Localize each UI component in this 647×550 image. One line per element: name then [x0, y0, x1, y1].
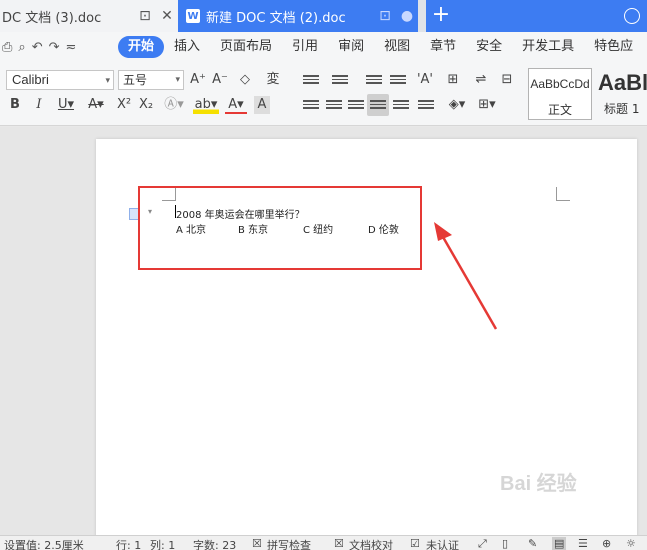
eye-protection-icon[interactable]: ☼: [626, 537, 636, 550]
underline-icon[interactable]: U▾: [55, 96, 77, 114]
sort-icon[interactable]: ⇌: [470, 71, 492, 89]
style-name: 标题 1: [604, 102, 640, 116]
bold-icon[interactable]: B: [8, 96, 22, 114]
dot-icon[interactable]: ●: [396, 8, 418, 24]
borders-icon[interactable]: ⊟: [498, 71, 516, 89]
italic-icon[interactable]: I: [32, 96, 46, 114]
status-proofread[interactable]: 文档校对: [349, 537, 393, 550]
menu-insert[interactable]: 插入: [164, 36, 210, 58]
align-left-icon[interactable]: [303, 100, 319, 112]
subscript-icon[interactable]: X₂: [137, 96, 155, 114]
status-setting: 设置值: 2.5厘米: [4, 539, 84, 550]
close-icon[interactable]: ✕: [156, 8, 178, 24]
distributed-icon[interactable]: [393, 100, 409, 112]
menu-developer[interactable]: 开发工具: [512, 36, 584, 58]
tab-document-2[interactable]: W 新建 DOC 文档 (2).doc ⊡ ●: [178, 0, 418, 32]
font-name-select[interactable]: Calibri ▾: [6, 70, 114, 90]
status-row: 行: 1: [116, 539, 142, 550]
watermark: Bai 经验: [500, 473, 577, 495]
decrease-indent-icon[interactable]: [366, 75, 382, 87]
style-normal[interactable]: AaBbCcDd 正文: [528, 68, 592, 120]
tab-bar: DC 文档 (3).doc ⊡ ✕ W 新建 DOC 文档 (2).doc ⊡ …: [0, 0, 647, 32]
quick-access-toolbar: ⎙ ⌕ ↶ ↷ ≂: [0, 40, 118, 55]
tab-title: DC 文档 (3).doc: [2, 10, 102, 26]
table-borders-icon[interactable]: ⊞▾: [476, 96, 498, 114]
margin-corner-top-right: [556, 187, 570, 201]
menu-review[interactable]: 审阅: [328, 36, 374, 58]
chevron-down-icon: ▾: [105, 75, 110, 85]
pin-icon[interactable]: ⊡: [134, 8, 156, 24]
increase-indent-icon[interactable]: [390, 75, 406, 87]
reading-view-icon[interactable]: ▯: [502, 537, 508, 550]
shading-icon[interactable]: ◈▾: [446, 96, 468, 114]
style-name: 正文: [547, 103, 572, 117]
style-sample: AaBl: [598, 70, 647, 95]
phonetic-guide-icon[interactable]: 変: [262, 71, 284, 89]
menu-features[interactable]: 特色应: [584, 36, 643, 58]
clear-format-icon[interactable]: ◇: [236, 71, 254, 89]
wps-writer-icon: W: [186, 9, 200, 23]
status-word-count[interactable]: 字数: 23: [193, 537, 236, 550]
highlight-icon[interactable]: ab▾: [193, 96, 219, 114]
status-spell-check[interactable]: 拼写检查: [267, 537, 311, 550]
pen-icon[interactable]: ✎: [528, 537, 537, 550]
tab-title: 新建 DOC 文档 (2).doc: [206, 10, 346, 26]
menu-references[interactable]: 引用: [282, 36, 328, 58]
justify-button[interactable]: [367, 94, 389, 116]
font-color-icon[interactable]: A▾: [225, 96, 247, 114]
menu-home[interactable]: 开始: [118, 36, 165, 58]
menu-security[interactable]: 安全: [466, 36, 512, 58]
line-spacing-icon[interactable]: [418, 100, 434, 112]
shrink-font-icon[interactable]: A⁻: [212, 71, 228, 89]
justify-icon: [370, 100, 386, 112]
print-preview-icon[interactable]: ⌕: [18, 40, 25, 55]
new-tab-button[interactable]: +: [426, 0, 456, 32]
menu-page-layout[interactable]: 页面布局: [210, 36, 282, 58]
numbered-list-icon[interactable]: [332, 75, 348, 87]
chinese-layout-icon[interactable]: ⊞: [444, 71, 462, 89]
superscript-icon[interactable]: X²: [115, 96, 133, 114]
undo-icon[interactable]: ↶: [32, 40, 43, 55]
annotation-highlight-box: [138, 186, 422, 270]
character-shading-icon[interactable]: A: [254, 96, 270, 114]
outline-view-icon[interactable]: ☰: [578, 537, 588, 550]
font-name-value: Calibri: [12, 72, 49, 87]
status-certification[interactable]: 未认证: [426, 537, 459, 550]
menu-view[interactable]: 视图: [374, 36, 420, 58]
font-size-select[interactable]: 五号 ▾: [118, 70, 184, 90]
status-col: 列: 1: [150, 539, 176, 550]
redo-icon[interactable]: ↷: [49, 40, 60, 55]
font-size-value: 五号: [123, 73, 148, 87]
pin-icon[interactable]: ⊡: [374, 8, 396, 24]
style-sample: AaBbCcDd: [530, 77, 590, 91]
certificate-icon[interactable]: ☑: [410, 537, 420, 550]
fullscreen-icon[interactable]: ⤢: [478, 537, 487, 550]
align-right-icon[interactable]: [348, 100, 364, 112]
grow-font-icon[interactable]: A⁺: [190, 71, 206, 89]
document-area: ▾ 2008 年奥运会在哪里举行？ A 北京 B 东京 C 纽约 D 伦敦 Ba…: [0, 127, 647, 539]
checkbox-icon[interactable]: ☒: [252, 537, 262, 550]
bullet-list-icon[interactable]: [303, 75, 319, 87]
checkbox-icon[interactable]: ☒: [334, 537, 344, 550]
align-center-icon[interactable]: [326, 100, 342, 112]
tab-bar-background: [456, 0, 647, 32]
ribbon-home: Calibri ▾ 五号 ▾ A⁺ A⁻ ◇ 変 B I U▾ A▾ X² X₂…: [0, 62, 647, 126]
tab-document-3[interactable]: DC 文档 (3).doc ⊡ ✕: [0, 0, 178, 32]
menu-bar: ⎙ ⌕ ↶ ↷ ≂ 开始 插入 页面布局 引用 审阅 视图 章节 安全 开发工具…: [0, 32, 647, 62]
style-heading-1[interactable]: AaBl 标题 1: [594, 68, 647, 120]
text-effect-icon[interactable]: Ⓐ▾: [163, 96, 185, 114]
page-view-icon[interactable]: ▤: [552, 537, 567, 550]
status-bar: 设置值: 2.5厘米 行: 1 列: 1 字数: 23 ☒ 拼写检查 ☒ 文档校…: [0, 535, 647, 550]
chevron-down-icon: ▾: [175, 75, 180, 85]
change-case-icon[interactable]: 'A': [414, 71, 436, 89]
menu-section[interactable]: 章节: [420, 36, 466, 58]
print-icon[interactable]: ⎙: [2, 40, 12, 55]
account-icon[interactable]: [624, 8, 640, 24]
strikethrough-icon[interactable]: A▾: [85, 96, 107, 114]
web-view-icon[interactable]: ⊕: [602, 537, 611, 550]
customize-icon[interactable]: ≂: [66, 40, 77, 55]
